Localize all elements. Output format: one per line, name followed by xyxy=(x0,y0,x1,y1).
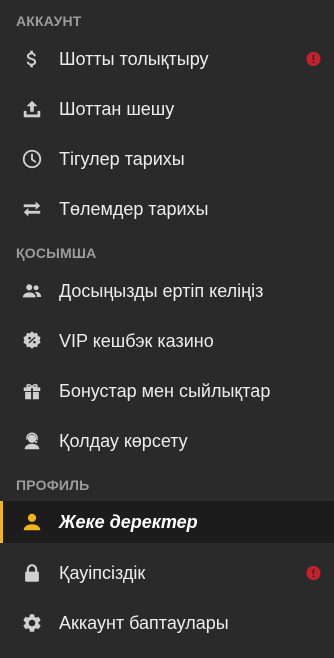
menu-item-invite-friend[interactable]: Досыңызды ертіп келіңіз xyxy=(0,270,334,312)
menu-item-label: Шоттан шешу xyxy=(59,98,175,119)
menu-item-security[interactable]: Қауіпсіздік xyxy=(0,552,334,594)
lock-icon xyxy=(21,562,43,584)
menu-item-label: Бонустар мен сыйлықтар xyxy=(59,380,271,401)
menu-item-personal-data[interactable]: Жеке деректер xyxy=(0,501,334,543)
menu-item-support[interactable]: Қолдау көрсету xyxy=(0,420,334,462)
menu-item-label: Шотты толықтыру xyxy=(59,48,209,69)
alert-icon xyxy=(306,52,321,67)
gear-icon xyxy=(21,612,43,634)
menu-item-vip-cashback[interactable]: VIP кешбэк казино xyxy=(0,320,334,362)
menu-item-label: Аккаунт баптаулары xyxy=(59,612,229,633)
upload-icon xyxy=(21,98,43,120)
menu-item-label: Қолдау көрсету xyxy=(59,430,188,451)
menu-item-label: VIP кешбэк казино xyxy=(59,330,214,351)
menu-item-deposit[interactable]: Шотты толықтыру xyxy=(0,38,334,80)
section-header-account: АККАУНТ xyxy=(16,13,82,29)
section-header-extra: ҚОСЫМША xyxy=(16,245,97,261)
menu-item-label: Тігулер тарихы xyxy=(59,148,185,169)
people-icon xyxy=(21,280,43,302)
menu-item-payment-history[interactable]: Төлемдер тарихы xyxy=(0,188,334,230)
menu-item-bonuses[interactable]: Бонустар мен сыйлықтар xyxy=(0,370,334,412)
menu-item-label: Жеке деректер xyxy=(59,511,198,532)
menu-item-label: Досыңызды ертіп келіңіз xyxy=(59,280,264,301)
person-icon xyxy=(21,511,43,533)
gift-icon xyxy=(21,380,43,402)
section-header-profile: ПРОФИЛЬ xyxy=(16,477,90,493)
support-agent-icon xyxy=(21,430,43,452)
dollar-icon xyxy=(21,48,43,70)
menu-item-withdraw[interactable]: Шоттан шешу xyxy=(0,88,334,130)
clock-icon xyxy=(21,148,43,170)
menu-item-account-settings[interactable]: Аккаунт баптаулары xyxy=(0,602,334,644)
account-menu: АККАУНТ Шотты толықтыру Шоттан шешу Тігу… xyxy=(0,0,334,658)
menu-item-label: Қауіпсіздік xyxy=(59,562,146,583)
swap-arrows-icon xyxy=(21,198,43,220)
menu-item-bet-history[interactable]: Тігулер тарихы xyxy=(0,138,334,180)
alert-icon xyxy=(306,566,321,581)
percent-badge-icon xyxy=(21,330,43,352)
menu-item-label: Төлемдер тарихы xyxy=(59,198,209,219)
